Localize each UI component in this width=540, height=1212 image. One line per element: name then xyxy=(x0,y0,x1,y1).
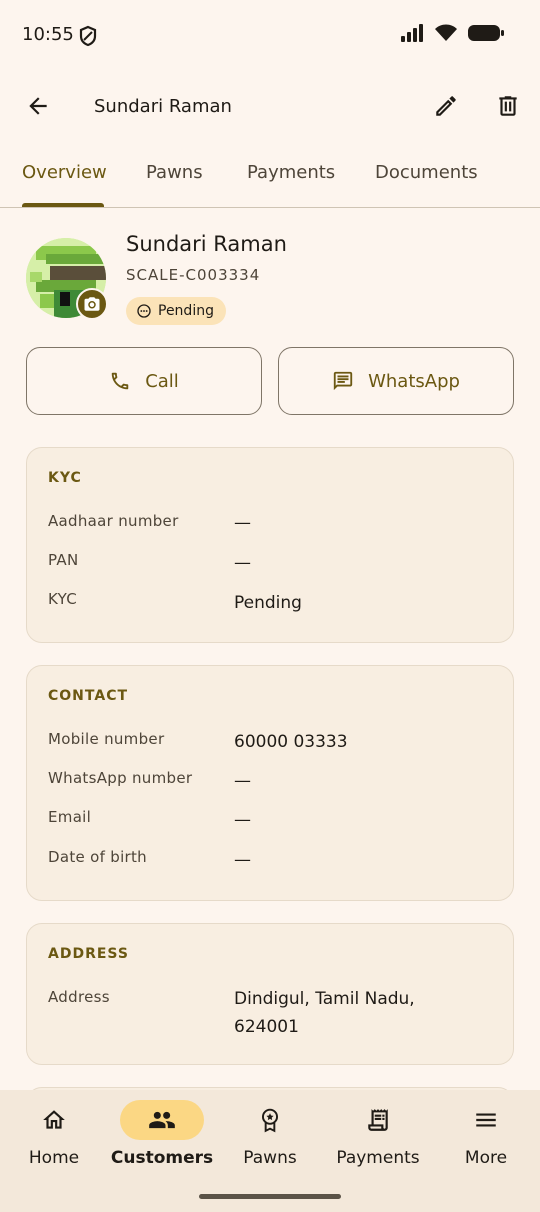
mobile-label: Mobile number xyxy=(48,730,165,748)
kyc-label: KYC xyxy=(48,590,78,608)
mobile-value: 60000 03333 xyxy=(234,732,348,752)
aadhaar-label: Aadhaar number xyxy=(48,512,179,530)
kyc-card: KYC Aadhaar number — PAN — KYC Pending xyxy=(26,447,514,643)
nav-more[interactable]: More xyxy=(432,1090,540,1190)
email-value: — xyxy=(234,810,251,830)
edit-button[interactable] xyxy=(424,84,468,128)
badge-icon xyxy=(261,1108,279,1133)
status-bar: 10:55 xyxy=(0,0,540,72)
back-button[interactable] xyxy=(16,84,60,128)
receipt-icon xyxy=(368,1109,388,1131)
customer-name: Sundari Raman xyxy=(126,232,287,256)
call-label: Call xyxy=(145,370,179,392)
phone-icon xyxy=(111,372,129,390)
wifi-icon xyxy=(435,24,457,41)
nav-home-label: Home xyxy=(28,1148,80,1168)
delete-button[interactable] xyxy=(486,84,530,128)
status-badge: Pending xyxy=(126,297,226,325)
pending-icon xyxy=(137,304,151,318)
nav-home[interactable]: Home xyxy=(0,1090,108,1190)
dob-label: Date of birth xyxy=(48,848,147,866)
whatsapp-number-label: WhatsApp number xyxy=(48,769,193,787)
home-indicator[interactable] xyxy=(199,1194,341,1199)
address-value: Dindigul, Tamil Nadu, 624001 xyxy=(234,989,415,1037)
tab-pawns[interactable]: Pawns xyxy=(146,162,203,183)
message-icon xyxy=(333,371,353,391)
contact-card: CONTACT Mobile number 60000 03333 WhatsA… xyxy=(26,665,514,901)
tab-bar: Overview Pawns Payments Documents xyxy=(0,148,540,208)
status-time: 10:55 xyxy=(22,24,74,45)
pencil-icon xyxy=(436,96,456,116)
page-title: Sundari Raman xyxy=(94,96,232,117)
nav-more-label: More xyxy=(464,1148,508,1168)
pan-value: — xyxy=(234,553,251,573)
address-label: Address xyxy=(48,988,110,1006)
dob-value: — xyxy=(234,850,251,870)
shield-icon xyxy=(79,25,97,47)
pan-label: PAN xyxy=(48,551,79,569)
tab-indicator xyxy=(22,203,104,207)
whatsapp-number-value: — xyxy=(234,771,251,791)
nav-payments-label: Payments xyxy=(336,1148,420,1168)
battery-icon xyxy=(468,25,504,41)
app-bar: Sundari Raman xyxy=(0,72,540,144)
status-label: Pending xyxy=(158,303,214,319)
tab-documents[interactable]: Documents xyxy=(375,162,478,183)
people-icon xyxy=(149,1111,175,1129)
call-button[interactable]: Call xyxy=(26,347,262,415)
tab-payments[interactable]: Payments xyxy=(247,162,335,183)
arrow-back-icon xyxy=(29,97,47,115)
kyc-card-title: KYC xyxy=(48,470,82,486)
customer-id: SCALE-C003334 xyxy=(126,266,261,284)
aadhaar-value: — xyxy=(234,513,251,533)
whatsapp-button[interactable]: WhatsApp xyxy=(278,347,514,415)
nav-pawns-label: Pawns xyxy=(243,1148,297,1168)
nav-pawns[interactable]: Pawns xyxy=(216,1090,324,1190)
whatsapp-label: WhatsApp xyxy=(368,370,460,392)
trash-icon xyxy=(499,96,517,116)
nav-payments[interactable]: Payments xyxy=(324,1090,432,1190)
contact-card-title: CONTACT xyxy=(48,688,129,704)
menu-icon xyxy=(476,1113,496,1127)
camera-icon xyxy=(84,297,100,311)
signal-icon xyxy=(401,24,423,42)
address-card: ADDRESS Address Dindigul, Tamil Nadu, 62… xyxy=(26,923,514,1065)
nav-customers-label: Customers xyxy=(110,1148,214,1168)
change-photo-button[interactable] xyxy=(76,288,108,320)
address-card-title: ADDRESS xyxy=(48,946,129,962)
kyc-value: Pending xyxy=(234,593,302,613)
nav-customers[interactable]: Customers xyxy=(108,1090,216,1190)
home-icon xyxy=(43,1110,65,1129)
tab-overview[interactable]: Overview xyxy=(22,162,107,183)
email-label: Email xyxy=(48,808,92,826)
